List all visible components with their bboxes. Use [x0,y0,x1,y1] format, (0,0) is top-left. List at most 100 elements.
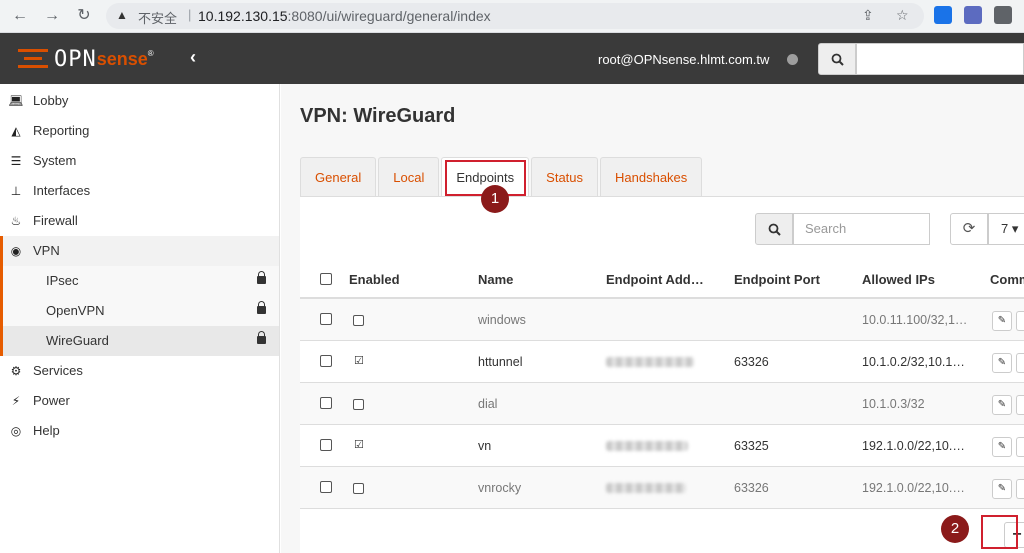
forward-button[interactable]: → [40,5,64,27]
sidebar-item-interfaces[interactable]: ⊥ Interfaces [0,176,279,206]
cog-icon: ⚙ [10,364,22,378]
app-header: OPN sense ® ‹ root@OPNsense.hlmt.com.tw [0,33,1024,84]
status-dot-icon[interactable] [787,54,798,65]
tab-handshakes[interactable]: Handshakes [600,157,703,197]
bookmark-star-icon[interactable]: ☆ [896,7,909,24]
server-icon: ☰ [10,154,22,168]
copy-button[interactable] [1016,353,1024,373]
enabled-check-icon[interactable]: ☑ [353,439,364,452]
row-select-checkbox[interactable] [320,481,332,493]
column-commands[interactable]: Comm [990,272,1024,287]
lock-icon [257,331,266,344]
extension-download-icon[interactable] [934,6,952,24]
divider: | [188,7,192,22]
table-header: Enabled Name Endpoint Add… Endpoint Port… [300,263,1024,299]
table-row[interactable]: dial 10.1.0.3/32 ✎ [300,383,1024,425]
copy-button[interactable] [1016,311,1024,331]
cell-allowed-ips: 10.0.11.100/32,1… [862,313,968,327]
select-all-checkbox[interactable] [320,273,332,285]
edit-pencil-icon[interactable]: ✎ [992,311,1012,331]
column-allowed-ips[interactable]: Allowed IPs [862,272,935,287]
logo-glyph-icon [18,47,48,71]
global-search-input[interactable] [856,43,1024,75]
sidebar-item-firewall[interactable]: ♨ Firewall [0,206,279,236]
column-endpoint-port[interactable]: Endpoint Port [734,272,820,287]
cell-allowed-ips: 10.1.0.3/32 [862,397,925,411]
share-icon[interactable]: ⇪ [862,7,874,24]
warning-triangle-icon[interactable]: ▲ [116,8,128,22]
globe-icon: ◉ [10,244,22,258]
column-name[interactable]: Name [478,272,513,287]
cell-allowed-ips: 192.1.0.0/22,10.… [862,439,965,453]
edit-pencil-icon[interactable]: ✎ [992,353,1012,373]
enabled-checkbox-icon[interactable] [353,315,364,326]
extension-layers-icon[interactable] [964,6,982,24]
collapse-sidebar-button[interactable]: ‹ [190,47,196,68]
sidebar-item-power[interactable]: ⚡ Power [0,386,279,416]
table-search-input[interactable]: Search [793,213,930,245]
redacted-endpoint [606,357,694,367]
refresh-button[interactable]: ⟳ [950,213,988,245]
column-enabled[interactable]: Enabled [349,272,400,287]
search-icon [768,223,781,236]
copy-button[interactable] [1016,479,1024,499]
extensions-puzzle-icon[interactable] [994,6,1012,24]
tab-status[interactable]: Status [531,157,599,197]
row-select-checkbox[interactable] [320,439,332,451]
reload-button[interactable]: ↻ [72,5,96,27]
cell-port: 63325 [734,439,769,453]
enabled-check-icon[interactable]: ☑ [353,355,364,368]
sidebar-item-label: Lobby [33,93,69,108]
cell-name: httunnel [478,355,523,369]
logo-text-sense: sense [96,48,148,69]
lifebuoy-icon: ◎ [10,424,22,438]
tab-local[interactable]: Local [378,157,440,197]
sidebar-subitem-label: OpenVPN [46,303,105,318]
fire-icon: ♨ [10,214,22,228]
edit-pencil-icon[interactable]: ✎ [992,395,1012,415]
cell-port: 63326 [734,481,769,495]
table-row[interactable]: windows 10.0.11.100/32,1… ✎ [300,299,1024,341]
opnsense-logo[interactable]: OPN sense ® [18,45,154,73]
copy-button[interactable] [1016,437,1024,457]
back-button[interactable]: ← [8,5,32,27]
redacted-endpoint [606,483,686,493]
sidebar-item-vpn[interactable]: ◉ VPN [0,236,279,266]
edit-pencil-icon[interactable]: ✎ [992,479,1012,499]
sidebar-item-services[interactable]: ⚙ Services [0,356,279,386]
cell-port: 63326 [734,355,769,369]
url-text[interactable]: 10.192.130.15:8080/ui/wireguard/general/… [198,8,491,24]
table-row[interactable]: ☑ vn 63325 192.1.0.0/22,10.… ✎ [300,425,1024,467]
table-row[interactable]: vnrocky 63326 192.1.0.0/22,10.… ✎ [300,467,1024,509]
column-endpoint-address[interactable]: Endpoint Add… [606,272,704,287]
table-search-button[interactable] [755,213,793,245]
search-icon [831,53,844,66]
sidebar-item-reporting[interactable]: ◭ Reporting [0,116,279,146]
enabled-checkbox-icon[interactable] [353,483,364,494]
sidebar-subitem-openvpn[interactable]: OpenVPN [0,296,279,326]
sidebar-item-label: Services [33,363,83,378]
page-size-dropdown[interactable]: 7 ▾ [988,213,1024,245]
sidebar-item-system[interactable]: ☰ System [0,146,279,176]
user-account-label[interactable]: root@OPNsense.hlmt.com.tw [598,52,769,67]
sidebar-item-label: Help [33,423,60,438]
lock-icon [257,301,266,314]
sidebar-item-help[interactable]: ◎ Help [0,416,279,446]
edit-pencil-icon[interactable]: ✎ [992,437,1012,457]
tab-general[interactable]: General [300,157,377,197]
sidebar-item-lobby[interactable]: 💻︎ Lobby [0,86,279,116]
global-search-button[interactable] [818,43,856,75]
row-select-checkbox[interactable] [320,355,332,367]
insecure-label: 不安全 [138,11,178,26]
table-row[interactable]: ☑ httunnel 63326 10.1.0.2/32,10.1… ✎ [300,341,1024,383]
cell-name: dial [478,397,498,411]
page-title: VPN: WireGuard [300,105,456,127]
enabled-checkbox-icon[interactable] [353,399,364,410]
sidebar-subitem-wireguard[interactable]: WireGuard [0,326,279,356]
copy-button[interactable] [1016,395,1024,415]
row-select-checkbox[interactable] [320,313,332,325]
row-select-checkbox[interactable] [320,397,332,409]
address-bar[interactable]: ▲ 不安全 | 10.192.130.15:8080/ui/wireguard/… [106,3,924,29]
step-badge-2: 2 [941,515,969,543]
sidebar-subitem-ipsec[interactable]: IPsec [0,266,279,296]
